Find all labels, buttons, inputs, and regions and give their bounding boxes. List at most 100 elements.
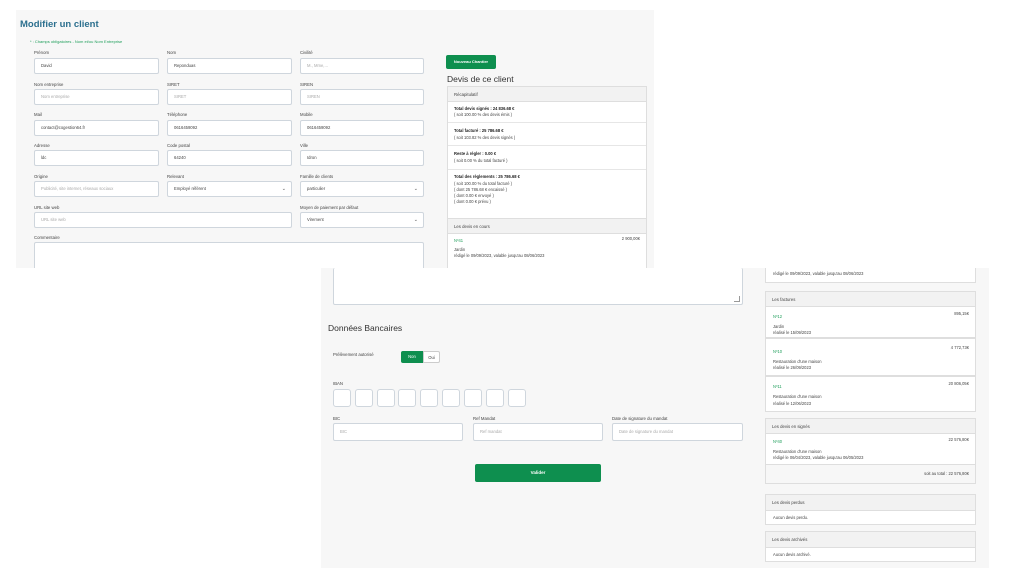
facture-date-1: réalisé le 15/09/2023 — [773, 330, 812, 335]
signes-header: Les devis en signés — [765, 418, 976, 434]
facture-date-2: réalisé le 26/09/2023 — [773, 365, 812, 370]
signes-total: soit au total : 22 576,80€ — [924, 471, 969, 476]
toggle-non[interactable]: Non — [401, 351, 423, 363]
archives-box: Aucun devis archivé. — [765, 547, 976, 562]
releve-select[interactable]: Employé référent — [167, 181, 292, 197]
archives-text: Aucun devis archivé. — [773, 552, 811, 557]
adresse-label: Adresse — [34, 143, 50, 148]
facture-item-2[interactable]: Nº10 4 772,73€ Restauration d'une maison… — [765, 338, 976, 376]
nom-entreprise-input[interactable]: Nom entreprise — [34, 89, 159, 105]
origine-label: Origine — [34, 174, 48, 179]
commentaire-label: Commentaire — [34, 235, 60, 240]
origine-input[interactable]: Publicité, site internet, réseaux sociau… — [34, 181, 159, 197]
en-cours-partial-line: rédigé le 09/09/2023, valable jusqu'au 0… — [773, 271, 864, 276]
en-cours-header: Les devis en cours — [447, 218, 647, 234]
prelevement-label: Prélèvement autorisé — [333, 352, 374, 357]
nom-input[interactable]: Reponduas — [167, 58, 292, 74]
bank-panel: Données Bancaires Prélèvement autorisé N… — [321, 268, 989, 568]
signe-desc-1: Restauration d'une maison — [773, 449, 822, 454]
recap-reglements-line-1: ( soit 100.00 % du total facturé ) — [454, 181, 513, 186]
facture-desc-3: Restauration d'une maison — [773, 394, 822, 399]
ref-mandat-input[interactable]: Ref mandat — [473, 423, 603, 441]
ville-label: Ville — [300, 143, 309, 148]
archives-header: Les devis archivés — [765, 531, 976, 548]
commentaire-textarea-continued[interactable] — [333, 268, 743, 305]
mail-label: Mail — [34, 112, 42, 117]
mobile-label: Mobile — [300, 112, 313, 117]
facture-amount-3: 20 806,05€ — [948, 381, 970, 386]
valider-button[interactable]: Valider — [475, 464, 601, 482]
facture-item-1[interactable]: Nº12 895,15€ Jardin réalisé le 15/09/202… — [765, 306, 976, 338]
iban-field-5[interactable] — [420, 389, 438, 407]
date-mandat-input[interactable]: Date de signature du mandat — [612, 423, 743, 441]
iban-field-4[interactable] — [398, 389, 416, 407]
recap-facture-title: Total facturé : 25 786.68 € — [454, 128, 504, 133]
facture-num-3[interactable]: Nº11 — [773, 384, 782, 389]
paiement-label: Moyen de paiement par défaut — [300, 205, 359, 210]
en-cours-item[interactable]: Nº41 2 900,00€ Jardin rédigé le 09/09/20… — [447, 233, 647, 268]
iban-field-6[interactable] — [442, 389, 460, 407]
recap-header: Récapitulatif — [447, 86, 647, 102]
resize-grip-icon[interactable] — [734, 296, 740, 302]
toggle-oui[interactable]: Oui — [423, 351, 440, 363]
url-input[interactable]: URL site web — [34, 212, 292, 228]
recap-reglements-line-4: ( dont 0.00 € prévu ) — [454, 199, 491, 204]
iban-field-1[interactable] — [333, 389, 351, 407]
page-title: Modifier un client — [20, 19, 99, 30]
facture-amount-1: 895,15€ — [954, 311, 969, 316]
perdus-header: Les devis perdus — [765, 494, 976, 511]
en-cours-desc: Jardin — [454, 247, 466, 252]
iban-label: IBAN — [333, 381, 344, 386]
recap-facture-line: ( soit 103.82 % des devis signés ) — [454, 135, 516, 140]
en-cours-date: rédigé le 09/09/2023, valable jusqu'au 0… — [454, 253, 545, 258]
paiement-select[interactable]: Virement — [300, 212, 424, 228]
url-label: URL site web — [34, 205, 60, 210]
civilite-label: Civilité — [300, 50, 313, 55]
famille-label: Famille de clients — [300, 174, 334, 179]
iban-field-2[interactable] — [355, 389, 373, 407]
iban-field-8[interactable] — [486, 389, 504, 407]
en-cours-item-continued: rédigé le 09/09/2023, valable jusqu'au 0… — [765, 268, 976, 283]
perdus-box: Aucun devis perdu. — [765, 510, 976, 525]
required-note: * : Champs obligatoires - Nom et/ou Nom … — [30, 39, 123, 44]
recap-reste-title: Reste à régler : 0.00 € — [454, 151, 497, 156]
siret-label: SIRET — [167, 82, 180, 87]
recap-signes-line: ( soit 100.00 % des devis émis ) — [454, 112, 513, 117]
iban-field-9[interactable] — [508, 389, 526, 407]
new-chantier-button[interactable]: Nouveau Chantier — [446, 55, 496, 69]
facture-num-1[interactable]: Nº12 — [773, 314, 782, 319]
recap-reglements-title: Total des règlements : 25 786.68 € — [454, 174, 520, 179]
prenom-input[interactable]: David — [34, 58, 159, 74]
perdus-text: Aucun devis perdu. — [773, 515, 809, 520]
adresse-input[interactable]: ldc — [34, 150, 159, 166]
en-cours-amount: 2 900,00€ — [621, 236, 640, 241]
iban-field-3[interactable] — [377, 389, 395, 407]
signes-total-box: soit au total : 22 576,80€ — [765, 464, 976, 484]
en-cours-num[interactable]: Nº41 — [454, 238, 463, 243]
civilite-input[interactable]: M., Mme,... — [300, 58, 424, 74]
siret-input[interactable]: SIRET — [167, 89, 292, 105]
code-postal-input[interactable]: 64240 — [167, 150, 292, 166]
facture-item-3[interactable]: Nº11 20 806,05€ Restauration d'une maiso… — [765, 376, 976, 412]
releve-label: Relevant — [167, 174, 184, 179]
telephone-label: Téléphone — [167, 112, 188, 117]
signe-amount-1: 22 576,80€ — [948, 437, 970, 442]
bic-label: BIC — [333, 416, 341, 421]
recap-box: Total devis signés : 24 836.68 € ( soit … — [447, 101, 647, 219]
date-mandat-label: Date de signature du mandat — [612, 416, 668, 421]
client-form-panel: Modifier un client * : Champs obligatoir… — [16, 10, 654, 268]
famille-select[interactable]: particulier — [300, 181, 424, 197]
mobile-input[interactable]: 0616459092 — [300, 120, 424, 136]
signe-num-1[interactable]: Nº40 — [773, 439, 782, 444]
commentaire-textarea[interactable] — [34, 242, 424, 268]
iban-field-7[interactable] — [464, 389, 482, 407]
bic-input[interactable]: BIC — [333, 423, 463, 441]
facture-num-2[interactable]: Nº10 — [773, 349, 782, 354]
ville-input[interactable]: Idron — [300, 150, 424, 166]
signe-item-1[interactable]: Nº40 22 576,80€ Restauration d'une maiso… — [765, 433, 976, 465]
telephone-input[interactable]: 0616459092 — [167, 120, 292, 136]
facture-desc-2: Restauration d'une maison — [773, 359, 822, 364]
siren-input[interactable]: SIREN — [300, 89, 424, 105]
recap-reglements-line-2: ( dont 25 786.68 € encaissé ) — [454, 187, 508, 192]
mail-input[interactable]: contact@cogestion64.fr — [34, 120, 159, 136]
